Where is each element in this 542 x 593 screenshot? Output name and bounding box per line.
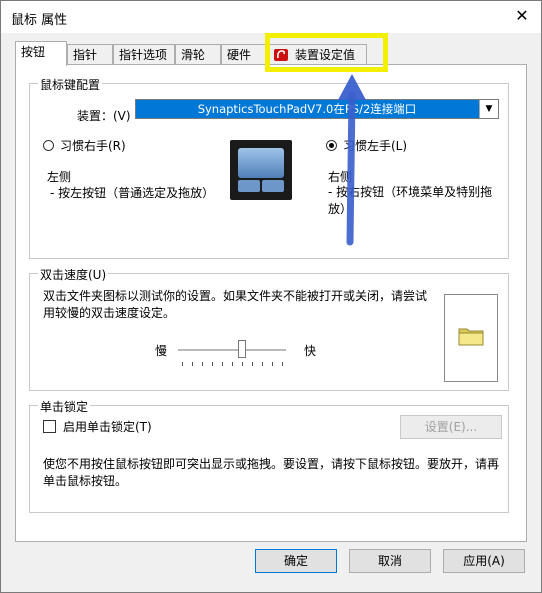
left-hand-radio[interactable]: 习惯左手(L): [326, 137, 407, 154]
right-side-title: 右侧: [328, 170, 353, 184]
device-select-value: SynapticsTouchPadV7.0在PS/2连接端口: [197, 102, 417, 116]
mouse-properties-window: 鼠标 属性 ✕ 按钮 指针 指针选项 滑轮 硬件 装置设定值 鼠标键配置 装置：…: [0, 0, 542, 593]
folder-icon[interactable]: [458, 325, 484, 347]
tab-buttons[interactable]: 按钮: [15, 41, 67, 66]
slider-ticks: [178, 362, 286, 366]
annotation-highlight-box: [265, 33, 388, 72]
slider-tick: [182, 362, 183, 366]
chevron-down-icon[interactable]: ▼: [479, 100, 498, 118]
tab-hardware[interactable]: 硬件: [221, 44, 267, 64]
slider-tick: [222, 362, 223, 366]
button-config-title: 鼠标键配置: [38, 76, 103, 93]
click-lock-desc: 使您不用按住鼠标按钮即可突出显示或拖拽。要设置，请按下鼠标按钮。要放开，请再单击…: [43, 457, 500, 488]
slider-track: [178, 349, 286, 351]
double-click-desc: 双击文件夹图标以测试你的设置。如果文件夹不能被打开或关闭，请尝试用较慢的双击速度…: [43, 289, 428, 320]
touchpad-image: [230, 140, 292, 200]
click-lock-title: 单击锁定: [38, 398, 91, 415]
checkbox-box: [43, 420, 56, 433]
slider-tick: [252, 362, 253, 366]
click-lock-settings-button[interactable]: 设置(E)...: [400, 415, 502, 439]
slider-tick: [272, 362, 273, 366]
slider-tick: [232, 362, 233, 366]
slider-tick: [282, 362, 283, 366]
title-bar: 鼠标 属性 ✕: [1, 1, 541, 33]
slider-tick: [192, 362, 193, 366]
radio-dot: [43, 140, 54, 151]
radio-dot-selected: [326, 140, 337, 151]
slow-label: 慢: [155, 344, 168, 358]
slider-tick: [202, 362, 203, 366]
apply-button[interactable]: 应用(A): [443, 549, 525, 573]
window-title: 鼠标 属性: [11, 13, 68, 28]
tab-pointers[interactable]: 指针: [67, 44, 113, 64]
button-config-group: 鼠标键配置 装置：(V) SynapticsTouchPadV7.0在PS/2连…: [29, 76, 509, 259]
left-side-title: 左侧: [47, 170, 72, 184]
slider-tick: [242, 362, 243, 366]
slider-thumb[interactable]: [238, 340, 246, 358]
slider-tick: [212, 362, 213, 366]
ok-button[interactable]: 确定: [255, 549, 337, 573]
right-hand-radio[interactable]: 习惯右手(R): [43, 137, 126, 154]
close-icon[interactable]: ✕: [511, 5, 533, 27]
double-click-speed-slider[interactable]: [178, 340, 286, 366]
device-label: 装置：(V): [77, 109, 131, 123]
device-select[interactable]: SynapticsTouchPadV7.0在PS/2连接端口 ▼: [135, 99, 499, 119]
cancel-button[interactable]: 取消: [349, 549, 431, 573]
click-lock-group: 单击锁定 启用单击锁定(T) 设置(E)... 使您不用按住鼠标按钮即可突出显示…: [29, 398, 509, 513]
click-lock-checkbox[interactable]: 启用单击锁定(T): [43, 418, 152, 435]
left-side-desc: - 按左按钮（普通选定及拖放）: [50, 186, 215, 200]
right-side-desc: - 按右按钮（环境菜单及特别拖放）: [328, 185, 493, 216]
double-click-group: 双击速度(U) 双击文件夹图标以测试你的设置。如果文件夹不能被打开或关闭，请尝试…: [29, 266, 509, 391]
touchpad-icon: [238, 148, 284, 192]
fast-label: 快: [304, 344, 317, 358]
buttons-tab-panel: 鼠标键配置 装置：(V) SynapticsTouchPadV7.0在PS/2连…: [15, 64, 527, 542]
double-click-title: 双击速度(U): [38, 266, 109, 283]
tab-pointer-options[interactable]: 指针选项: [113, 44, 175, 64]
test-folder-area[interactable]: [444, 294, 498, 382]
slider-tick: [262, 362, 263, 366]
tab-wheel[interactable]: 滑轮: [175, 44, 221, 64]
